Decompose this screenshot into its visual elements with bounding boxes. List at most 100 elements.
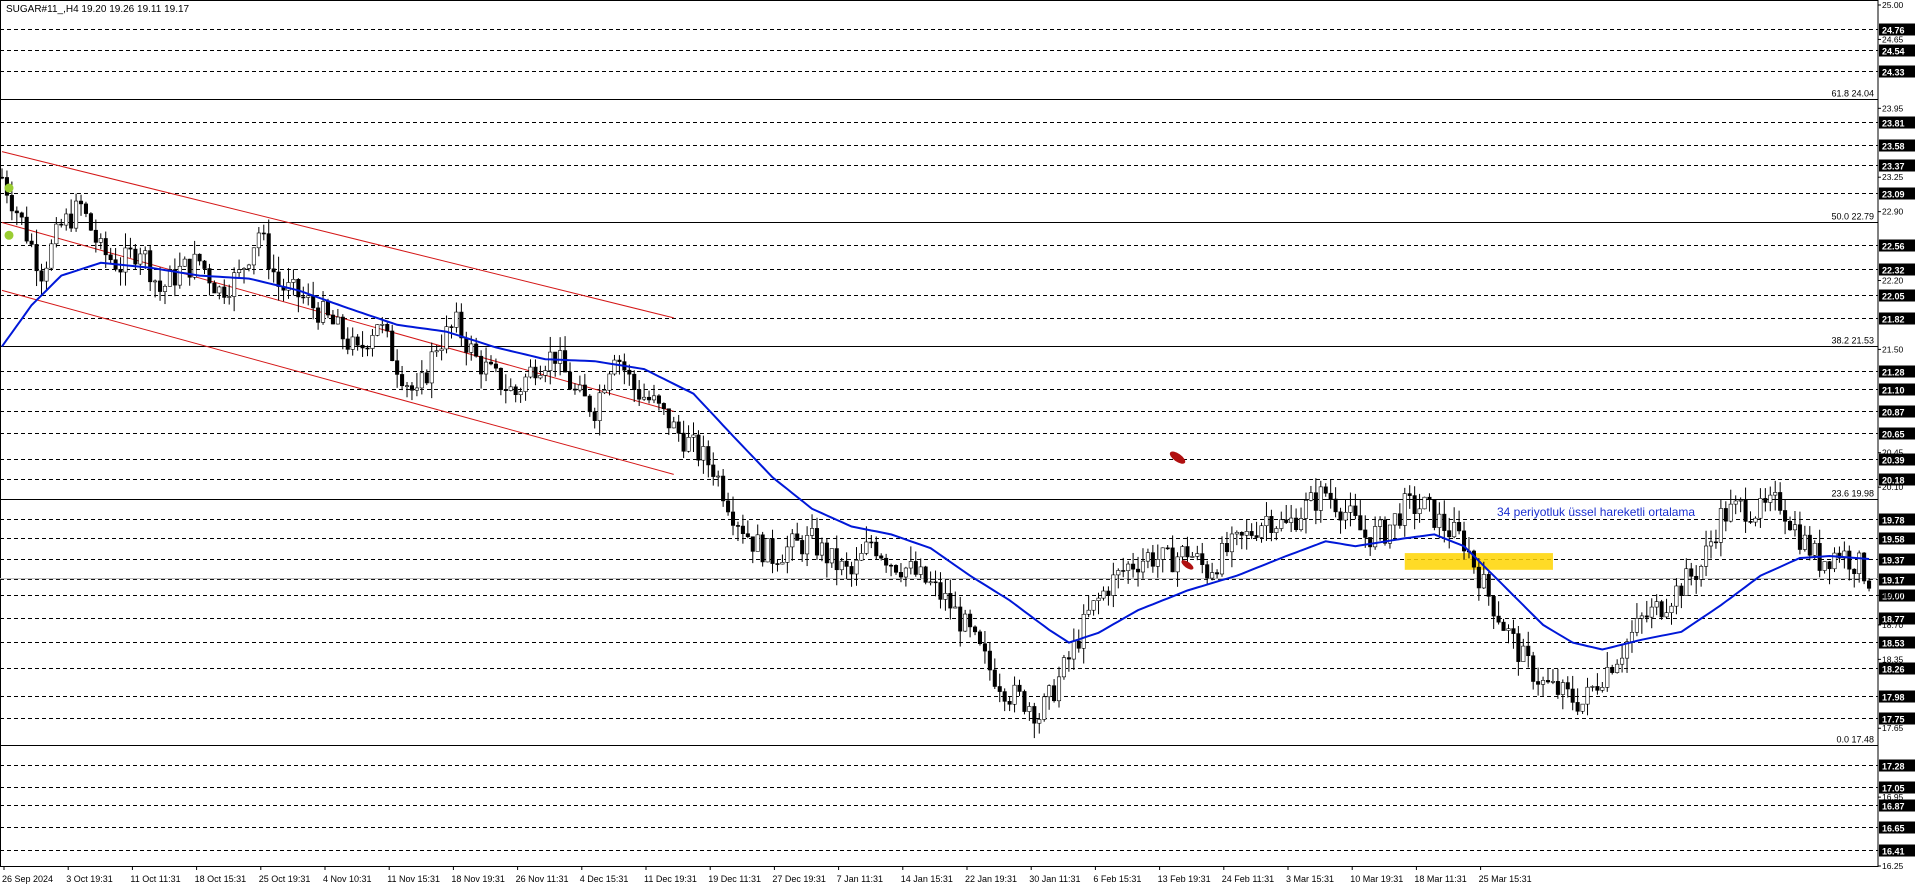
candle-body [597, 392, 602, 421]
candle-body [64, 213, 69, 226]
candle-body [1126, 563, 1131, 571]
price-level-label: 20.65 [1882, 430, 1905, 440]
candle-body [1659, 601, 1664, 618]
candle-body [291, 279, 296, 283]
candle-body [1101, 590, 1106, 599]
candle-body [217, 286, 222, 294]
candle-body [666, 408, 671, 429]
candle-body [1318, 486, 1323, 511]
candle-body [296, 279, 301, 298]
candle-body [953, 606, 958, 609]
candle-body [232, 272, 237, 297]
candle-body [706, 446, 711, 466]
candle-body [103, 238, 108, 256]
candle-body [785, 546, 790, 563]
candle-body [538, 375, 543, 379]
candle-body [1718, 508, 1723, 543]
x-tick-label: 13 Feb 19:31 [1158, 874, 1211, 884]
price-chart-svg: 61.8 24.04 50.0 22.79 38.2 21.53 23.6 19.98… [0, 0, 1915, 884]
candle-body [454, 311, 459, 328]
candle-body [222, 286, 227, 298]
candle-body [1407, 493, 1412, 496]
candle-body [1284, 519, 1289, 523]
candle-body [1061, 657, 1066, 678]
candle-body [1852, 568, 1857, 574]
candle-body [1219, 543, 1225, 575]
fib-level-label: 50.0 22.79 [1831, 212, 1874, 222]
candle-body [973, 626, 978, 633]
candle-body [365, 347, 370, 350]
x-tick-label: 11 Oct 11:31 [130, 874, 180, 884]
candle-body [997, 686, 1002, 692]
x-tick-label: 11 Dec 19:31 [644, 874, 697, 884]
candle-body [893, 565, 899, 573]
candle-body [558, 350, 563, 364]
candle-body [93, 229, 98, 243]
price-level-label: 22.56 [1882, 242, 1905, 252]
candle-body [1190, 556, 1195, 558]
candle-body [854, 559, 859, 575]
candle-body [1708, 541, 1714, 547]
candle-body [1338, 511, 1343, 521]
candle-body [49, 243, 54, 269]
candle-body [227, 296, 232, 298]
candle-body [1738, 499, 1743, 502]
x-tick-label: 26 Sep 2024 [2, 874, 53, 884]
candle-body [963, 613, 968, 632]
candle-body [661, 403, 666, 410]
candle-body [1664, 612, 1669, 618]
candle-body [637, 389, 642, 400]
candle-body [14, 210, 19, 214]
y-tick-label: 20.45 [1882, 448, 1904, 458]
candle-body [859, 553, 864, 561]
candle-body [1244, 531, 1249, 536]
candle-body [730, 511, 736, 526]
x-tick-label: 25 Mar 15:31 [1479, 874, 1532, 884]
candle-body [928, 581, 933, 584]
candle-body [1862, 552, 1867, 582]
candle-body [765, 538, 770, 563]
candle-body [237, 269, 242, 274]
x-tick-label: 18 Nov 19:31 [451, 874, 505, 884]
y-tick-label: 18.70 [1882, 620, 1904, 630]
candle-body [474, 343, 479, 357]
candle-body [59, 223, 64, 226]
candle-body [1457, 522, 1462, 532]
candle-body [380, 323, 385, 326]
price-level-label: 16.65 [1882, 824, 1905, 834]
candle-body [1160, 547, 1165, 560]
candle-body [1229, 533, 1234, 553]
candle-body [874, 541, 879, 557]
x-tick-label: 22 Jan 19:31 [965, 874, 1017, 884]
candle-body [711, 464, 716, 477]
candle-body [321, 301, 326, 323]
price-level-label: 22.05 [1882, 292, 1905, 302]
candle-body [1713, 541, 1718, 544]
candle-body [1560, 682, 1565, 695]
x-tick-label: 4 Nov 10:31 [323, 874, 372, 884]
candle-body [968, 613, 973, 628]
candle-body [404, 385, 410, 387]
candle-body [488, 361, 494, 365]
candle-body [34, 244, 39, 272]
candle-body [1299, 518, 1304, 530]
price-level-label: 21.82 [1882, 315, 1905, 325]
candle-body [577, 384, 582, 391]
candle-body [1052, 685, 1057, 702]
candle-body [1486, 574, 1491, 597]
candle-body [1002, 691, 1007, 702]
fib-level-label: 38.2 21.53 [1831, 336, 1874, 346]
candle-body [1397, 513, 1402, 526]
candle-body [177, 265, 182, 286]
price-level-label: 17.98 [1882, 693, 1905, 703]
x-tick-label: 3 Oct 19:31 [66, 874, 113, 884]
candle-body [1733, 500, 1738, 505]
channel-line [1, 151, 674, 319]
signal-marker-green [4, 183, 14, 193]
candle-body [1639, 615, 1644, 619]
candle-body [721, 475, 726, 502]
candle-body [1728, 503, 1733, 522]
candle-body [884, 557, 889, 566]
candle-body [938, 582, 943, 600]
candle-body [1417, 508, 1422, 514]
